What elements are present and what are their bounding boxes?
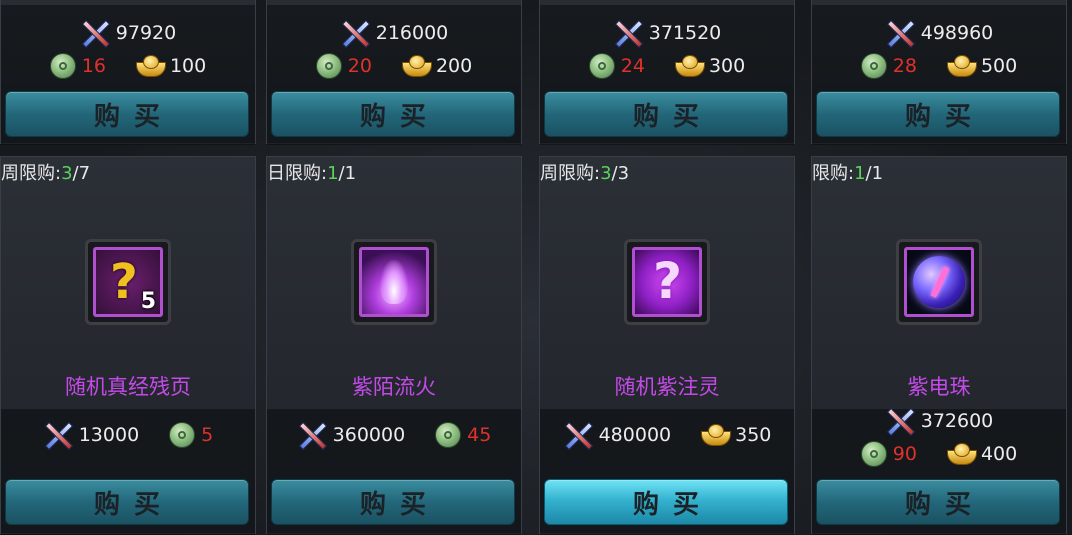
power-value: 216000 [375,22,449,44]
cost-row: 24 300 [540,53,794,79]
shop-card-purple-wild-fire: 日限购:1/1 紫陌流火 360000 45 购买 [266,156,522,535]
crossed-swords-icon [297,421,327,449]
jade-cost: 45 [467,424,492,446]
cost-row: 360000 45 [267,421,521,449]
purchase-limit: 周限购:3/7 [1,163,91,184]
jade-coin-icon [169,422,196,448]
shop-card-top-2: 216000 20 200 购买 [266,0,522,145]
power-value: 13000 [78,424,140,446]
gold-ingot-icon [946,55,977,77]
limit-total: /3 [611,163,630,184]
gold-ingot-icon [135,55,166,77]
gold-cost: 100 [169,55,207,77]
gold-ingot-icon [401,55,432,77]
limit-current: 1 [854,163,866,184]
limit-total: /1 [338,163,357,184]
cost-row: 20 200 [267,53,521,79]
crossed-swords-icon [80,19,110,47]
jade-coin-icon [49,53,76,79]
gold-cost: 400 [980,443,1018,465]
jade-coin-icon [315,53,342,79]
buy-button[interactable]: 购买 [816,91,1060,137]
jade-cost: 24 [620,55,645,77]
item-slot[interactable]: ? [624,239,710,325]
gold-cost: 500 [980,55,1018,77]
gold-cost: 200 [435,55,473,77]
power-row: 216000 [267,19,521,47]
jade-coin-icon [435,422,462,448]
purple-scroll-question-icon: ? 5 [93,247,163,317]
item-quantity: 5 [140,289,156,314]
power-row: 372600 [812,407,1066,435]
power-row: 498960 [812,19,1066,47]
power-value: 480000 [598,424,672,446]
buy-button[interactable]: 购买 [544,91,788,137]
limit-total: /7 [72,163,91,184]
shop-grid: 97920 16 100 购买 216000 20 200 购买 371520 … [0,0,1072,535]
gold-cost: 350 [735,424,772,446]
shop-card-top-3: 371520 24 300 购买 [539,0,795,145]
power-value: 498960 [920,22,994,44]
jade-cost: 16 [81,55,106,77]
item-slot[interactable] [351,239,437,325]
item-name: 随机紫注灵 [614,375,720,399]
buy-button[interactable]: 购买 [5,91,249,137]
purchase-limit: 限购:1/1 [812,163,884,184]
purchase-limit: 周限购:3/3 [540,163,630,184]
power-value: 372600 [920,410,994,432]
jade-coin-icon [860,441,887,467]
jade-cost: 28 [892,55,917,77]
gold-cost: 300 [708,55,746,77]
limit-current: 3 [600,163,612,184]
crossed-swords-icon [43,421,73,449]
power-row: 371520 [540,19,794,47]
cost-row: 13000 5 [1,421,255,449]
power-value: 97920 [115,22,177,44]
item-slot[interactable] [896,239,982,325]
crossed-swords-icon [885,19,915,47]
gold-ingot-icon [946,443,977,465]
jade-cost: 20 [347,55,372,77]
purple-flame-icon [359,247,429,317]
buy-button[interactable]: 购买 [816,479,1060,525]
cost-row: 480000 350 [540,421,794,449]
item-name: 随机真经残页 [65,375,191,399]
limit-current: 3 [61,163,73,184]
shop-card-random-scripture-page: 周限购:3/7 ? 5 随机真经残页 13000 5 购买 [0,156,256,535]
buy-button[interactable]: 购买 [271,479,515,525]
item-slot[interactable]: ? 5 [85,239,171,325]
cost-row: 28 500 [812,53,1066,79]
limit-total: /1 [865,163,884,184]
shop-card-top-1: 97920 16 100 购买 [0,0,256,145]
shop-card-random-purple-spirit: 周限购:3/3 ? 随机紫注灵 480000 350 购买 [539,156,795,535]
crossed-swords-icon [885,407,915,435]
gold-ingot-icon [701,424,732,446]
purple-question-mark-icon: ? [632,247,702,317]
jade-coin-icon [588,53,615,79]
cost-row: 16 100 [1,53,255,79]
crossed-swords-icon [613,19,643,47]
power-row: 97920 [1,19,255,47]
purple-lightning-orb-icon [904,247,974,317]
shop-card-top-4: 498960 28 500 购买 [811,0,1067,145]
purchase-limit: 日限购:1/1 [267,163,357,184]
power-value: 371520 [648,22,722,44]
power-value: 360000 [332,424,406,446]
item-name: 紫电珠 [907,375,971,399]
cost-row: 90 400 [812,441,1066,467]
gold-ingot-icon [674,55,705,77]
limit-current: 1 [327,163,339,184]
crossed-swords-icon [340,19,370,47]
buy-button[interactable]: 购买 [544,479,788,525]
crossed-swords-icon [563,421,593,449]
item-name: 紫陌流火 [352,375,436,399]
jade-cost: 90 [892,443,917,465]
jade-cost: 5 [201,424,214,446]
buy-button[interactable]: 购买 [271,91,515,137]
buy-button[interactable]: 购买 [5,479,249,525]
shop-card-purple-lightning-orb: 限购:1/1 紫电珠 372600 90 400 购买 [811,156,1067,535]
jade-coin-icon [860,53,887,79]
